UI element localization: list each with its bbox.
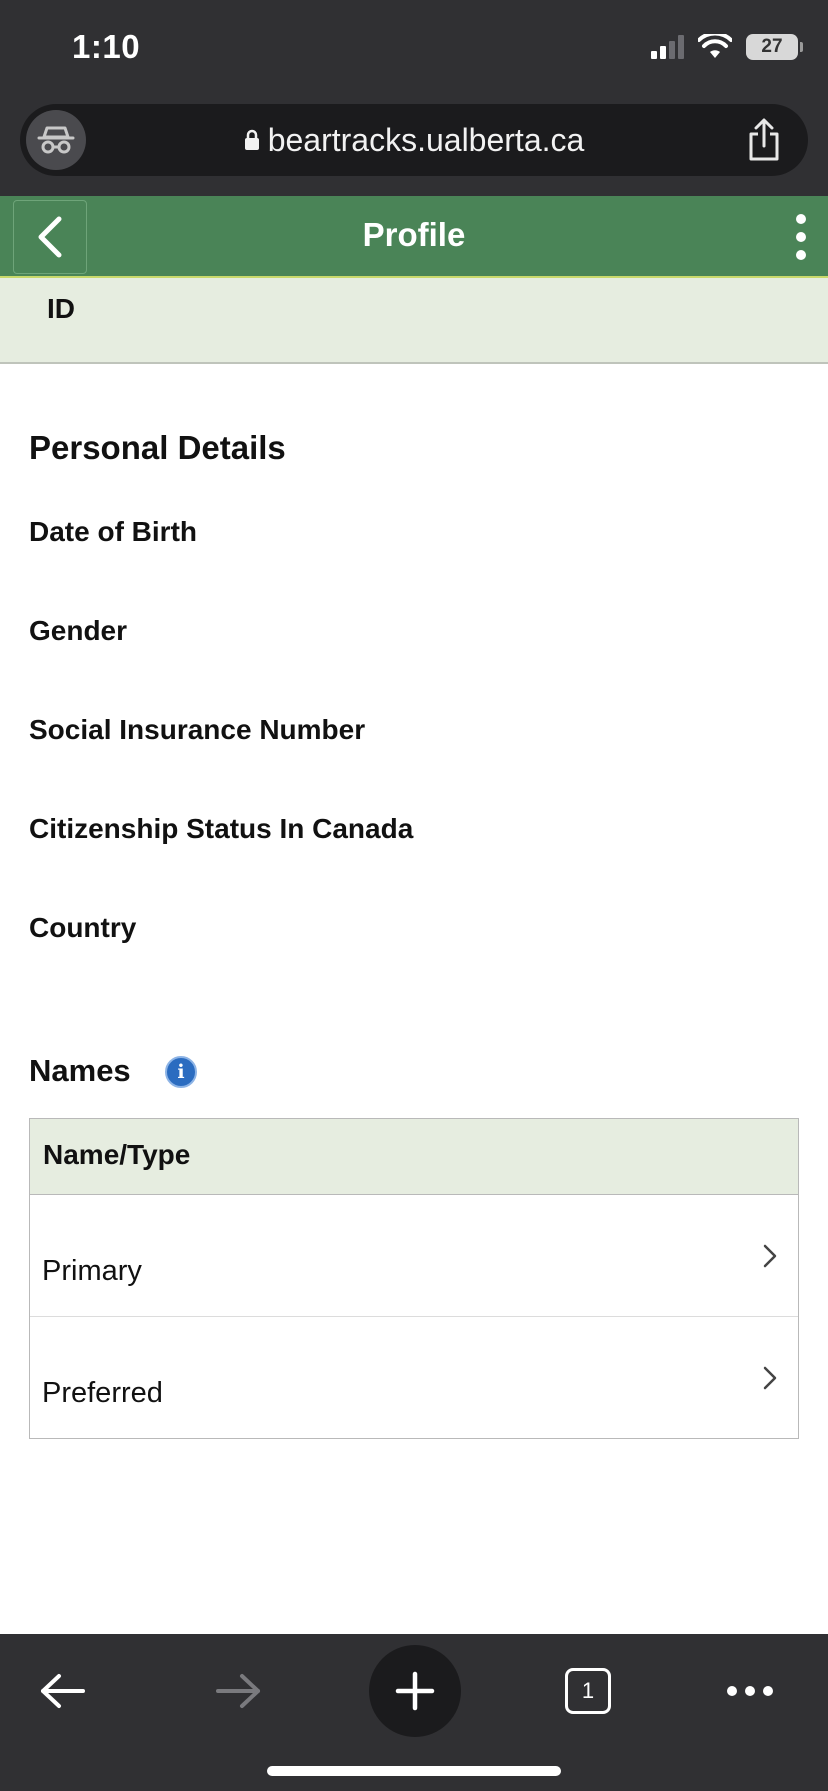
share-icon[interactable]: [746, 118, 782, 167]
row-label: Primary: [42, 1255, 142, 1287]
table-row-primary[interactable]: Primary: [30, 1195, 798, 1317]
url-text: beartracks.ualberta.ca: [267, 122, 585, 158]
forward-arrow-icon[interactable]: [193, 1646, 283, 1736]
chevron-right-icon: [763, 1244, 777, 1268]
sin-label: Social Insurance Number: [29, 714, 366, 745]
status-time: 1:10: [72, 28, 141, 65]
citizenship-label: Citizenship Status In Canada: [29, 813, 414, 844]
plus-icon: [395, 1671, 435, 1711]
browser-toolbar: 1: [0, 1634, 828, 1791]
home-indicator: [267, 1766, 561, 1776]
gender-label: Gender: [29, 615, 128, 646]
table-header: Name/Type: [30, 1119, 798, 1195]
name-type-column-header: Name/Type: [43, 1139, 191, 1170]
date-of-birth-label: Date of Birth: [29, 516, 197, 547]
signal-icon: [651, 35, 684, 59]
battery-icon: 27: [746, 34, 803, 60]
status-icons: 27: [651, 34, 803, 60]
tabs-button[interactable]: 1: [543, 1646, 633, 1736]
page-title: Profile: [362, 216, 466, 253]
app-header: Profile: [0, 196, 828, 278]
id-band: ID: [0, 278, 828, 364]
back-arrow-icon[interactable]: [18, 1646, 108, 1736]
names-table: Name/Type Primary Preferred: [29, 1118, 799, 1439]
new-tab-button[interactable]: [369, 1645, 461, 1737]
table-row-preferred[interactable]: Preferred: [30, 1317, 798, 1438]
names-heading: Names: [29, 1053, 131, 1088]
tabs-icon: 1: [565, 1668, 611, 1714]
browser-address-bar: beartracks.ualberta.ca: [0, 100, 828, 196]
url-pill[interactable]: beartracks.ualberta.ca: [20, 104, 808, 176]
personal-details-heading: Personal Details: [29, 429, 286, 466]
wifi-icon: [698, 34, 732, 58]
kebab-menu-icon[interactable]: [796, 214, 806, 260]
more-icon[interactable]: [705, 1646, 795, 1736]
row-label: Preferred: [42, 1377, 163, 1409]
battery-level: 27: [761, 36, 783, 57]
url-field[interactable]: beartracks.ualberta.ca: [20, 122, 808, 159]
info-icon[interactable]: i: [165, 1056, 197, 1088]
chevron-right-icon: [763, 1366, 777, 1390]
lock-icon: [244, 129, 259, 150]
country-label: Country: [29, 912, 137, 943]
status-bar: 1:10 27: [0, 0, 828, 100]
id-label: ID: [47, 293, 75, 324]
